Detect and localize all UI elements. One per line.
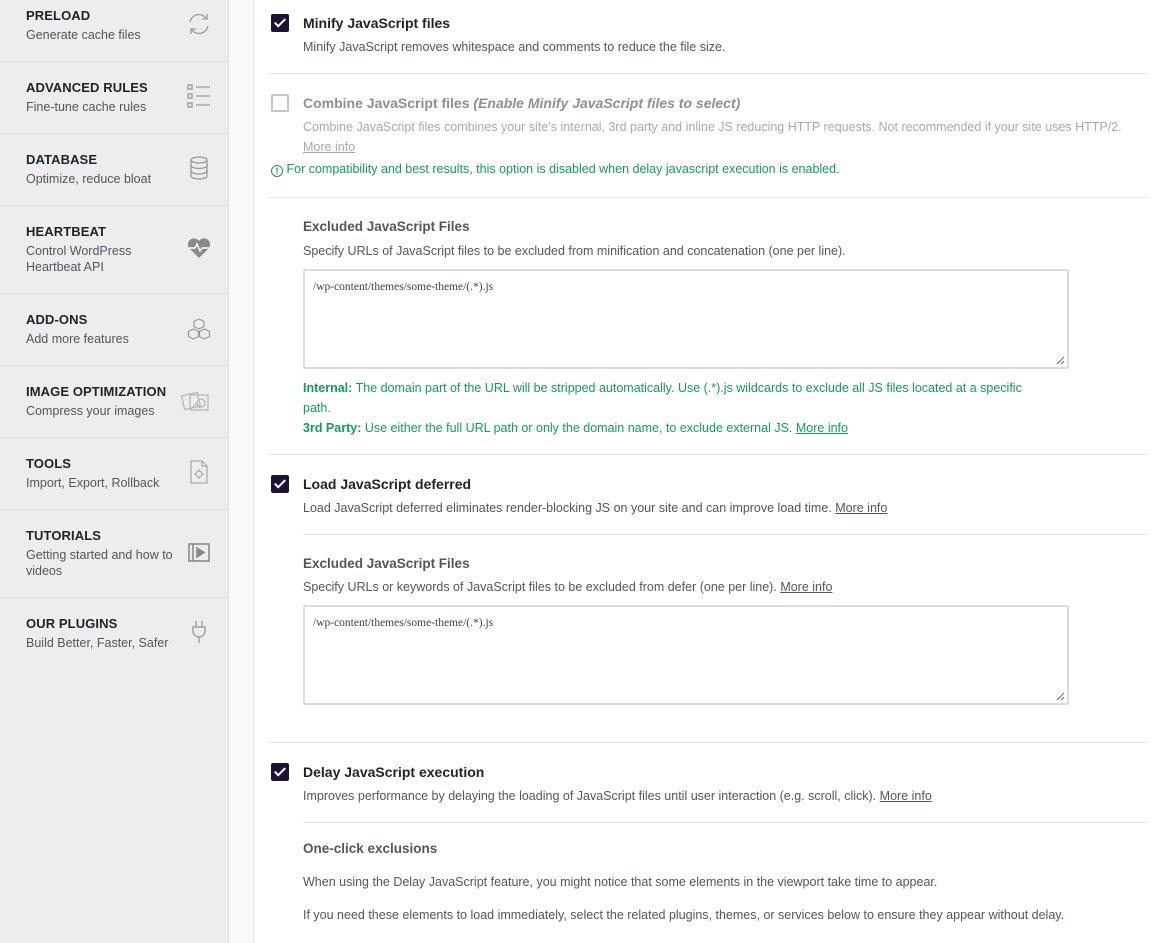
excluded-js-defer-title: Excluded JavaScript Files — [303, 556, 470, 571]
excluded-js-defer-value: /wp-content/themes/some-theme/(.*).js — [313, 617, 494, 629]
sidebar-item-tutorials[interactable]: TUTORIALS Getting started and how to vid… — [0, 510, 229, 598]
sidebar: PRELOAD Generate cache files ADVANCED RU… — [0, 0, 229, 943]
divider — [269, 197, 1148, 198]
excluded-js-more-info-link[interactable]: More info — [796, 421, 848, 435]
sidebar-item-subtitle: Add more features — [26, 332, 129, 346]
sidebar-item-database[interactable]: DATABASE Optimize, reduce bloat — [0, 134, 229, 206]
combine-js-checkbox[interactable] — [271, 94, 289, 112]
excluded-js-minify-description: Specify URLs of JavaScript files to be e… — [303, 244, 846, 258]
sidebar-item-title: HEARTBEAT — [26, 224, 107, 239]
sidebar-item-title: IMAGE OPTIMIZATION — [26, 384, 167, 399]
excluded-js-help-third-party: 3rd Party: Use either the full URL path … — [303, 421, 848, 435]
excluded-defer-more-info-link[interactable]: More info — [780, 580, 832, 594]
list-icon — [186, 83, 212, 109]
sidebar-item-heartbeat[interactable]: HEARTBEAT Control WordPress Heartbeat AP… — [0, 206, 229, 294]
excluded-js-minify-textarea[interactable]: /wp-content/themes/some-theme/(.*).js — [303, 269, 1069, 369]
info-icon: ! — [271, 165, 283, 177]
sidebar-item-subtitle: Fine-tune cache rules — [26, 100, 147, 114]
sidebar-item-preload[interactable]: PRELOAD Generate cache files — [0, 0, 229, 62]
resize-handle-icon[interactable] — [1056, 356, 1065, 365]
one-click-paragraph-1: When using the Delay JavaScript feature,… — [303, 875, 938, 889]
sidebar-item-title: PRELOAD — [26, 8, 91, 23]
sidebar-item-title: OUR PLUGINS — [26, 616, 118, 631]
excluded-js-minify-title: Excluded JavaScript Files — [303, 219, 470, 234]
excluded-js-minify-value: /wp-content/themes/some-theme/(.*).js — [313, 281, 494, 293]
combine-js-label-note: (Enable Minify JavaScript files to selec… — [473, 95, 741, 111]
divider — [303, 534, 1148, 535]
plug-icon — [186, 619, 212, 645]
settings-panel: Minify JavaScript files Minify JavaScrip… — [253, 0, 1167, 943]
sidebar-item-advanced-rules[interactable]: ADVANCED RULES Fine-tune cache rules — [0, 62, 229, 134]
tools-icon — [186, 459, 212, 485]
database-icon — [186, 155, 212, 181]
sidebar-item-title: TUTORIALS — [26, 528, 102, 543]
minify-js-checkbox[interactable] — [271, 14, 289, 32]
sidebar-item-title: TOOLS — [26, 456, 72, 471]
combine-js-label: Combine JavaScript files (Enable Minify … — [303, 95, 741, 111]
minify-js-description: Minify JavaScript removes whitespace and… — [303, 40, 726, 54]
sidebar-item-subtitle: Getting started and how to videos — [26, 548, 173, 578]
divider — [269, 73, 1148, 74]
one-click-exclusions-title: One-click exclusions — [303, 841, 438, 856]
sidebar-item-subtitle: Optimize, reduce bloat — [26, 172, 152, 186]
sidebar-item-subtitle: Compress your images — [26, 404, 155, 418]
divider — [303, 822, 1148, 823]
sidebar-item-title: DATABASE — [26, 152, 98, 167]
defer-more-info-link[interactable]: More info — [835, 501, 887, 515]
divider — [269, 742, 1148, 743]
image-icon — [181, 389, 211, 415]
sidebar-item-subtitle: Generate cache files — [26, 28, 141, 42]
sidebar-item-title: ADD-ONS — [26, 312, 88, 327]
sidebar-item-subtitle: Import, Export, Rollback — [26, 476, 160, 490]
excluded-js-defer-description: Specify URLs or keywords of JavaScript f… — [303, 580, 833, 594]
minify-js-label: Minify JavaScript files — [303, 15, 451, 31]
sidebar-item-title: ADVANCED RULES — [26, 80, 148, 95]
resize-handle-icon[interactable] — [1056, 692, 1065, 701]
delay-js-label: Delay JavaScript execution — [303, 764, 485, 780]
compatibility-notice: ! For compatibility and best results, th… — [271, 162, 840, 177]
defer-js-description: Load JavaScript deferred eliminates rend… — [303, 501, 888, 515]
sidebar-item-our-plugins[interactable]: OUR PLUGINS Build Better, Faster, Safer — [0, 598, 229, 670]
divider — [269, 454, 1148, 455]
sidebar-item-image-optimization[interactable]: IMAGE OPTIMIZATION Compress your images — [0, 366, 229, 438]
refresh-icon — [186, 11, 212, 37]
sidebar-item-subtitle: Control WordPress Heartbeat API — [26, 244, 132, 274]
heartbeat-icon — [186, 235, 212, 261]
sidebar-item-add-ons[interactable]: ADD-ONS Add more features — [0, 294, 229, 366]
combine-more-info-link[interactable]: More info — [303, 140, 355, 154]
delay-more-info-link[interactable]: More info — [880, 789, 932, 803]
sidebar-item-tools[interactable]: TOOLS Import, Export, Rollback — [0, 438, 229, 510]
video-icon — [186, 540, 212, 566]
defer-js-label: Load JavaScript deferred — [303, 476, 472, 492]
cubes-icon — [186, 317, 212, 343]
delay-js-description: Improves performance by delaying the loa… — [303, 789, 932, 803]
defer-js-checkbox[interactable] — [271, 475, 289, 493]
excluded-js-help-internal: Internal: The domain part of the URL wil… — [303, 381, 1022, 415]
excluded-js-defer-textarea[interactable]: /wp-content/themes/some-theme/(.*).js — [303, 605, 1069, 705]
one-click-paragraph-2: If you need these elements to load immed… — [303, 908, 1065, 922]
delay-js-checkbox[interactable] — [271, 763, 289, 781]
combine-js-description: Combine JavaScript files combines your s… — [303, 120, 1122, 154]
sidebar-item-subtitle: Build Better, Faster, Safer — [26, 636, 169, 650]
